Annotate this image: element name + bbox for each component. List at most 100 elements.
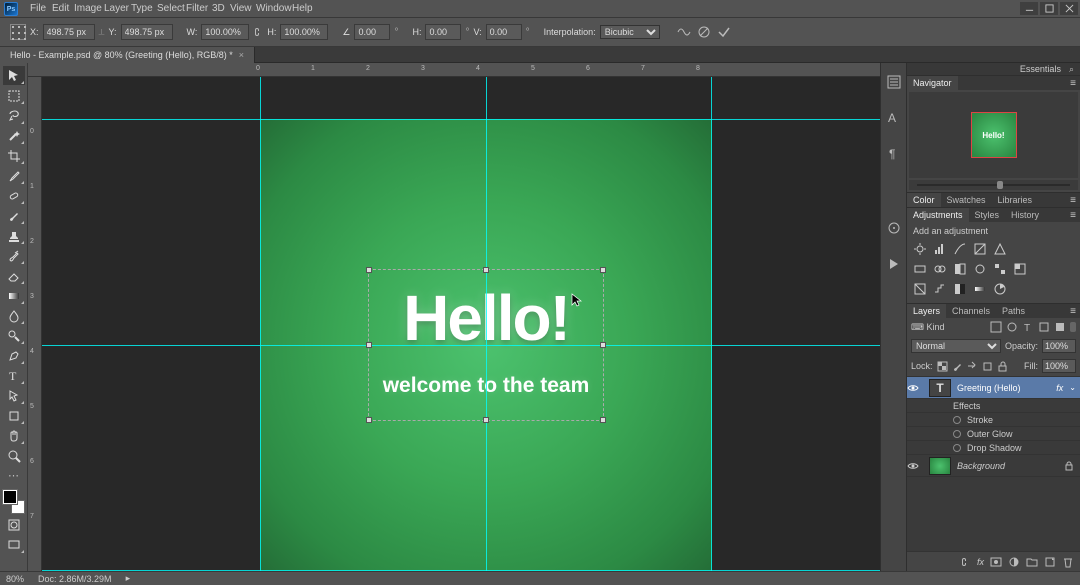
posterize-icon[interactable] bbox=[933, 282, 947, 296]
wand-tool[interactable] bbox=[3, 126, 25, 145]
transform-box[interactable] bbox=[368, 269, 604, 421]
selective-color-icon[interactable] bbox=[993, 282, 1007, 296]
lock-pixels-icon[interactable] bbox=[952, 361, 963, 372]
panel-menu-icon[interactable]: ≡ bbox=[1066, 306, 1080, 317]
gradientmap-icon[interactable] bbox=[973, 282, 987, 296]
brightness-icon[interactable] bbox=[913, 242, 927, 256]
lock-nest-icon[interactable] bbox=[982, 361, 993, 372]
shape-tool[interactable] bbox=[3, 406, 25, 425]
bw-icon[interactable] bbox=[953, 262, 967, 276]
filter-toggle[interactable] bbox=[1070, 322, 1076, 332]
layer-effect-item[interactable]: Stroke bbox=[907, 413, 1080, 427]
curves-icon[interactable] bbox=[953, 242, 967, 256]
lock-all-icon[interactable] bbox=[997, 361, 1008, 372]
filter-shape-icon[interactable] bbox=[1038, 321, 1050, 333]
color-balance-icon[interactable] bbox=[933, 262, 947, 276]
layer-fx[interactable]: fx bbox=[1050, 383, 1069, 393]
group-icon[interactable] bbox=[1026, 556, 1038, 568]
workspace-label[interactable]: Essentials bbox=[1020, 64, 1061, 74]
status-chevron-icon[interactable]: ▸ bbox=[126, 573, 131, 584]
filter-adj-icon[interactable] bbox=[1006, 321, 1018, 333]
zoom-tool[interactable] bbox=[3, 446, 25, 465]
close-button[interactable] bbox=[1060, 2, 1078, 15]
photofilter-icon[interactable] bbox=[973, 262, 987, 276]
visibility-icon[interactable] bbox=[907, 460, 925, 472]
tab-channels[interactable]: Channels bbox=[946, 304, 996, 318]
menu-help[interactable]: Help bbox=[286, 1, 319, 16]
tab-layers[interactable]: Layers bbox=[907, 304, 946, 318]
eyedropper-tool[interactable] bbox=[3, 166, 25, 185]
status-zoom[interactable]: 80% bbox=[6, 574, 24, 584]
stamp-tool[interactable] bbox=[3, 226, 25, 245]
tab-paths[interactable]: Paths bbox=[996, 304, 1031, 318]
exposure-icon[interactable] bbox=[973, 242, 987, 256]
skewh-input[interactable] bbox=[425, 24, 461, 40]
brush-tool[interactable] bbox=[3, 206, 25, 225]
w-input[interactable] bbox=[201, 24, 249, 40]
brush-panel-icon[interactable] bbox=[885, 219, 903, 237]
character-panel-icon[interactable]: A bbox=[885, 109, 903, 127]
canvas-area[interactable]: 0 1 2 3 4 5 6 7 8 0 1 2 3 4 5 6 7 Hello!… bbox=[28, 63, 880, 571]
mask-icon[interactable] bbox=[990, 556, 1002, 568]
tab-adjustments[interactable]: Adjustments bbox=[907, 208, 969, 222]
panel-menu-icon[interactable]: ≡ bbox=[1066, 195, 1080, 206]
heal-tool[interactable] bbox=[3, 186, 25, 205]
fx-collapse-icon[interactable]: ⌄ bbox=[1069, 383, 1080, 392]
visibility-icon[interactable] bbox=[907, 382, 925, 394]
actions-panel-icon[interactable] bbox=[885, 255, 903, 273]
filter-image-icon[interactable] bbox=[990, 321, 1002, 333]
blur-tool[interactable] bbox=[3, 306, 25, 325]
invert-icon[interactable] bbox=[913, 282, 927, 296]
tab-styles[interactable]: Styles bbox=[969, 208, 1006, 222]
minimize-button[interactable] bbox=[1020, 2, 1038, 15]
lock-pos-icon[interactable] bbox=[967, 361, 978, 372]
layer-effect-item[interactable]: Outer Glow bbox=[907, 427, 1080, 441]
colorlookup-icon[interactable] bbox=[1013, 262, 1027, 276]
path-select-tool[interactable] bbox=[3, 386, 25, 405]
link-icon[interactable] bbox=[253, 27, 263, 37]
color-swatch[interactable] bbox=[3, 490, 25, 514]
guide-vertical[interactable] bbox=[711, 77, 712, 571]
new-layer-icon[interactable] bbox=[1044, 556, 1056, 568]
layer-effect-item[interactable]: Drop Shadow bbox=[907, 441, 1080, 455]
tab-history[interactable]: History bbox=[1005, 208, 1045, 222]
adj-layer-icon[interactable] bbox=[1008, 556, 1020, 568]
document-tab[interactable]: Hello - Example.psd @ 80% (Greeting (Hel… bbox=[0, 47, 255, 63]
type-tool[interactable]: T bbox=[3, 366, 25, 385]
ruler-horizontal[interactable]: 0 1 2 3 4 5 6 7 8 bbox=[28, 63, 880, 77]
screenmode-tool[interactable] bbox=[3, 535, 25, 554]
fx-icon[interactable]: fx bbox=[977, 557, 984, 567]
navigator-thumb[interactable]: Hello! bbox=[909, 92, 1078, 178]
ruler-vertical[interactable]: 0 1 2 3 4 5 6 7 bbox=[28, 77, 42, 571]
cancel-icon[interactable] bbox=[696, 24, 712, 40]
panel-menu-icon[interactable]: ≡ bbox=[1066, 210, 1080, 221]
link-layers-icon[interactable] bbox=[959, 556, 971, 568]
tab-libraries[interactable]: Libraries bbox=[992, 193, 1039, 207]
fill-input[interactable] bbox=[1042, 359, 1076, 373]
history-brush-tool[interactable] bbox=[3, 246, 25, 265]
warp-icon[interactable] bbox=[676, 24, 692, 40]
gradient-tool[interactable] bbox=[3, 286, 25, 305]
crop-tool[interactable] bbox=[3, 146, 25, 165]
delete-icon[interactable] bbox=[1062, 556, 1074, 568]
guide-horizontal[interactable] bbox=[42, 570, 880, 571]
eraser-tool[interactable] bbox=[3, 266, 25, 285]
lasso-tool[interactable] bbox=[3, 106, 25, 125]
filter-smart-icon[interactable] bbox=[1054, 321, 1066, 333]
filter-text-icon[interactable]: T bbox=[1022, 321, 1034, 333]
dodge-tool[interactable] bbox=[3, 326, 25, 345]
vibrance-icon[interactable] bbox=[993, 242, 1007, 256]
layer-item[interactable]: Background bbox=[907, 455, 1080, 477]
move-tool[interactable] bbox=[3, 66, 25, 85]
y-input[interactable] bbox=[121, 24, 173, 40]
tab-color[interactable]: Color bbox=[907, 193, 941, 207]
x-input[interactable] bbox=[43, 24, 95, 40]
levels-icon[interactable] bbox=[933, 242, 947, 256]
opacity-input[interactable] bbox=[1042, 339, 1076, 353]
tab-swatches[interactable]: Swatches bbox=[941, 193, 992, 207]
threshold-icon[interactable] bbox=[953, 282, 967, 296]
history-panel-icon[interactable] bbox=[885, 73, 903, 91]
hand-tool[interactable] bbox=[3, 426, 25, 445]
panel-menu-icon[interactable]: ≡ bbox=[1066, 78, 1080, 89]
transform-ref-icon[interactable] bbox=[10, 24, 26, 40]
